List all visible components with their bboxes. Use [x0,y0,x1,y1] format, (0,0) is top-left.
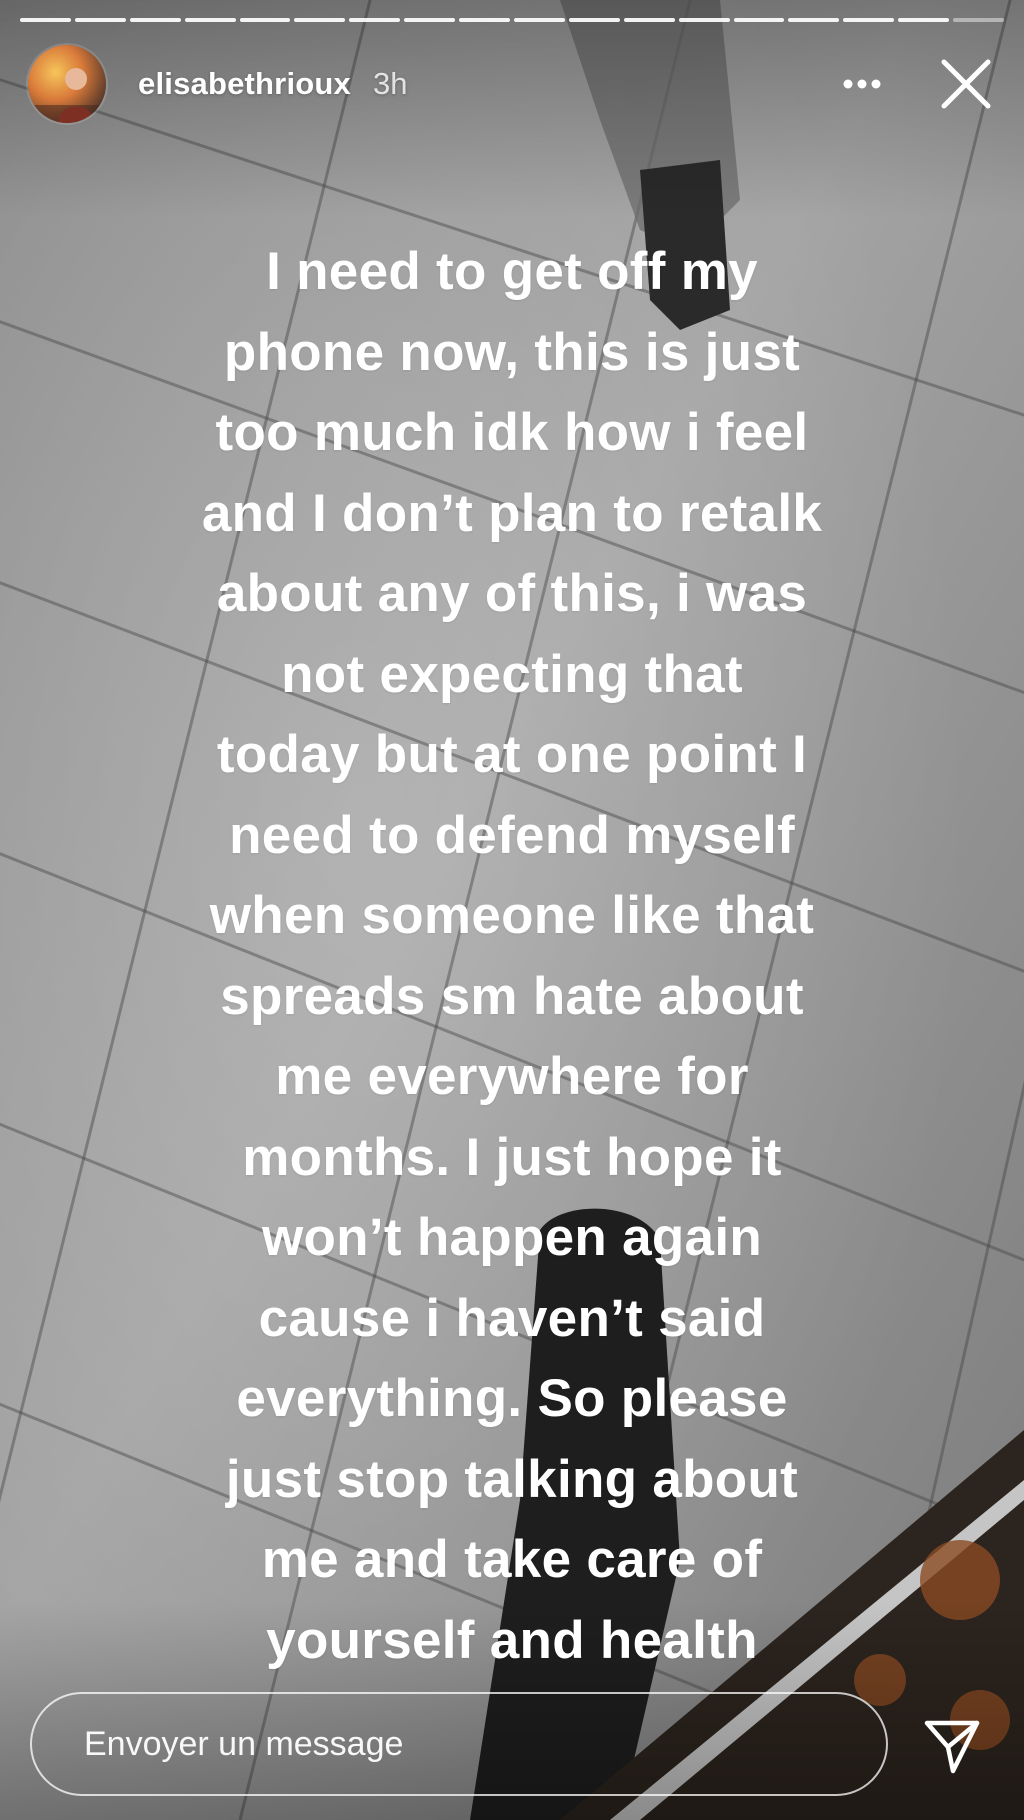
avatar-image [28,45,106,123]
close-button[interactable] [936,54,996,114]
story-text-line: everything. So please [236,1369,788,1428]
message-input-container[interactable] [30,1692,888,1796]
story-text-line: not expecting that [281,644,743,704]
story-text-line: phone now, this is just [223,322,801,382]
progress-segment [514,18,565,22]
progress-segment [843,18,895,22]
close-icon [941,59,991,109]
story-text-line: too much idk how i feel [215,403,809,462]
story-text-line: need to defend myself [229,805,795,865]
progress-segment [459,18,511,22]
story-text-line: spreads sm hate about [220,966,804,1026]
more-horizontal-icon [843,79,881,89]
story-timestamp: 3h [372,66,408,101]
progress-segment [568,18,620,22]
story-text-line: just stop talking about [225,1449,799,1509]
story-header: elisabethrioux 3h [28,44,996,124]
story-text-line: yourself and health [266,1610,758,1670]
more-options-button[interactable] [832,54,892,114]
send-button[interactable] [920,1714,984,1778]
message-input[interactable] [84,1724,844,1764]
story-progress-bar [20,18,1005,22]
story-text-line: me and take care of [261,1530,763,1589]
progress-segment [129,18,181,22]
story-text-line: won’t happen again [261,1208,763,1267]
story-text-line: and I don’t plan to retalk [201,483,823,543]
progress-segment [678,18,730,22]
story-username[interactable]: elisabethrioux [138,66,351,102]
progress-segment [349,18,401,22]
progress-segment [74,18,126,22]
progress-segment [294,18,346,22]
story-text-overlay: I need to get off my phone now, this is j… [130,232,894,1681]
story-viewer: elisabethrioux 3h I need to get off my ph… [0,0,1024,1820]
profile-avatar[interactable] [28,45,106,123]
progress-segment [898,18,950,22]
progress-segment [733,18,785,22]
progress-segment [404,18,456,22]
progress-segment [623,18,675,22]
progress-segment [184,18,236,22]
story-text-line: about any of this, i was [216,564,808,623]
story-text-line: I need to get off my [266,242,758,301]
story-text-line: when someone like that [209,886,815,945]
story-text-line: today but at one point I [216,725,808,784]
story-text-line: me everywhere for [275,1047,749,1106]
send-icon [924,1720,980,1774]
story-text-line: cause i haven’t said [258,1288,766,1348]
progress-segment [953,18,1005,22]
progress-segment [788,18,840,22]
story-text-line: months. I just hope it [242,1127,782,1187]
progress-segment [239,18,291,22]
progress-segment [20,18,71,22]
